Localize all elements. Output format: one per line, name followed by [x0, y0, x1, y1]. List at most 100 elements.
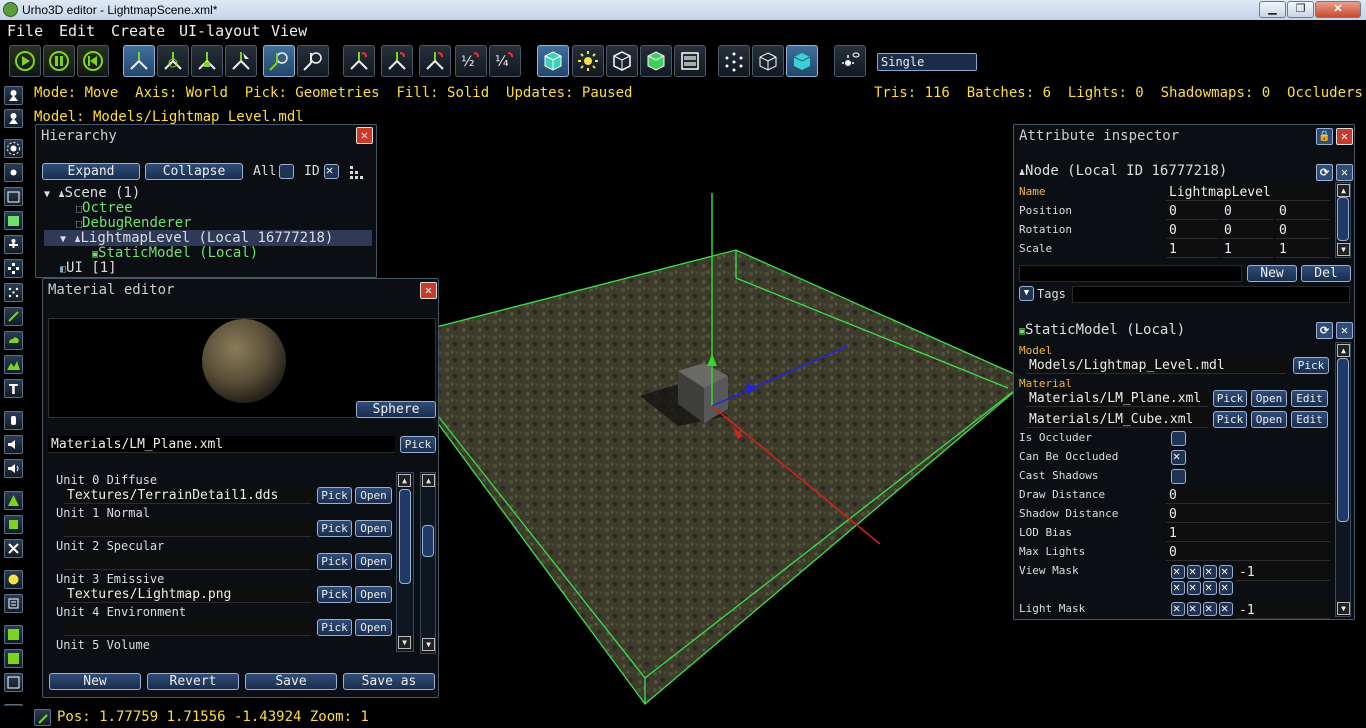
position-z-field[interactable]: 0 [1276, 203, 1330, 220]
material-revert-button[interactable]: Revert [147, 673, 239, 690]
strip-local-node-button[interactable] [4, 109, 23, 128]
strip-light-button[interactable] [4, 139, 23, 158]
restore-scene-button[interactable] [77, 45, 109, 77]
material-0-edit-button[interactable]: Edit [1291, 390, 1328, 407]
material-pick-button[interactable]: Pick [400, 436, 436, 453]
rotate-snap-button[interactable] [381, 45, 413, 77]
material-save-button[interactable]: Save [245, 673, 337, 690]
fill-wireframe-button[interactable] [752, 45, 784, 77]
draw-distance-field[interactable]: 0 [1166, 487, 1330, 504]
is-occluder-checkbox[interactable] [1171, 431, 1186, 446]
strip-script-button[interactable] [4, 570, 23, 589]
pause-button[interactable] [43, 45, 75, 77]
scroll-up-icon[interactable]: ▲ [1337, 184, 1350, 197]
restore-button[interactable]: ❐ [1287, 1, 1314, 18]
strip-collision-shape-button[interactable] [4, 491, 23, 510]
inspector-close-button[interactable]: ✕ [1336, 128, 1353, 145]
tree-item-scene[interactable]: ▼ ♟Scene (1) [44, 185, 140, 201]
material-1-edit-button[interactable]: Edit [1291, 411, 1328, 428]
tree-item-debugrenderer[interactable]: ⬚DebugRenderer [76, 215, 192, 231]
model-pick-button[interactable]: Pick [1293, 357, 1329, 374]
mask-bit-checkbox[interactable] [1203, 564, 1217, 579]
scroll-up-icon[interactable]: ▲ [1337, 344, 1350, 357]
material-new-button[interactable]: New [49, 673, 141, 690]
component-attr-scrollbar[interactable]: ▲ ▼ [1335, 342, 1351, 617]
node-reset-button[interactable]: ⟳ [1316, 164, 1333, 181]
view-mode-select[interactable]: Single [877, 53, 977, 71]
strip-particle-button[interactable] [4, 283, 23, 302]
preview-shape-button[interactable]: Sphere [356, 401, 436, 418]
component-remove-button[interactable]: ✕ [1336, 322, 1353, 339]
scroll-down-icon[interactable]: ▼ [1337, 602, 1350, 615]
scale-snap-button[interactable] [419, 45, 451, 77]
menu-ui-layout[interactable]: UI-layout [179, 22, 260, 40]
tree-item-lightmaplevel[interactable]: ▼ ♟LightmapLevel (Local 16777218) [44, 230, 372, 246]
name-field[interactable]: LightmapLevel [1166, 184, 1330, 201]
mask-bit-checkbox[interactable] [1203, 580, 1217, 595]
strip-sound-source-button[interactable] [4, 435, 23, 454]
material-editor-close-button[interactable]: ✕ [420, 282, 437, 299]
strip-navmesh-button[interactable] [4, 625, 23, 644]
strip-terrain-button[interactable] [4, 355, 23, 374]
node-remove-button[interactable]: ✕ [1336, 164, 1353, 181]
select-mode-button[interactable] [225, 45, 257, 77]
strip-sound-listener-button[interactable] [4, 411, 23, 430]
pick-lights-button[interactable] [572, 45, 604, 77]
pick-ui-elements-button[interactable] [674, 45, 706, 77]
material-1-open-button[interactable]: Open [1251, 411, 1287, 428]
tags-expand-toggle[interactable]: ▼ [1019, 286, 1034, 301]
menu-file[interactable]: File [7, 22, 43, 40]
snap-quarter-button[interactable]: ¼ [489, 45, 521, 77]
all-checkbox[interactable] [279, 164, 294, 179]
model-field[interactable]: Models/Lightmap_Level.mdl [1026, 357, 1286, 374]
scroll-thumb[interactable] [399, 489, 411, 584]
units-inner-scrollbar[interactable]: ▲ ▼ [396, 472, 414, 652]
position-y-field[interactable]: 0 [1221, 203, 1273, 220]
close-window-button[interactable]: ✕ [1315, 1, 1361, 18]
new-tag-button[interactable]: New [1247, 265, 1297, 282]
max-lights-field[interactable]: 0 [1166, 544, 1330, 561]
scale-x-field[interactable]: 1 [1166, 241, 1218, 258]
scroll-thumb[interactable] [422, 525, 434, 557]
scroll-up-icon[interactable]: ▲ [398, 474, 411, 487]
material-path-field[interactable]: Materials/LM_Plane.xml [48, 436, 395, 453]
can-be-occluded-checkbox[interactable] [1171, 449, 1186, 465]
mask-bit-checkbox[interactable] [1219, 580, 1233, 595]
mask-bit-checkbox[interactable] [1187, 601, 1201, 616]
pick-rigidbodies-button[interactable] [640, 45, 672, 77]
material-0-field[interactable]: Materials/LM_Plane.xml [1026, 390, 1208, 407]
tree-item-octree[interactable]: ⬚Octree [76, 200, 133, 216]
inspector-lock-button[interactable]: 🔒 [1316, 128, 1333, 145]
material-1-pick-button[interactable]: Pick [1213, 411, 1247, 428]
camera-settings-button[interactable] [34, 709, 51, 726]
tree-item-staticmodel[interactable]: ▣StaticModel (Local) [92, 245, 258, 261]
material-save-as-button[interactable]: Save as [343, 673, 435, 690]
strip-obstacle-button[interactable] [4, 673, 23, 692]
material-1-field[interactable]: Materials/LM_Cube.xml [1026, 411, 1208, 428]
scroll-thumb[interactable] [1337, 197, 1349, 241]
position-x-field[interactable]: 0 [1166, 203, 1218, 220]
component-reset-button[interactable]: ⟳ [1316, 322, 1333, 339]
rotation-z-field[interactable]: 0 [1276, 222, 1330, 239]
tags-field[interactable] [1072, 286, 1350, 303]
scale-y-field[interactable]: 1 [1221, 241, 1273, 258]
play-button[interactable] [9, 45, 41, 77]
menu-create[interactable]: Create [111, 22, 165, 40]
view-camera-button[interactable] [834, 45, 866, 77]
strip-zone-button[interactable] [4, 187, 23, 206]
fill-solid-button[interactable] [786, 45, 818, 77]
strip-text3d-button[interactable]: T [4, 379, 23, 398]
mask-bit-checkbox[interactable] [1187, 580, 1201, 595]
mask-bit-checkbox[interactable] [1203, 601, 1217, 616]
mask-bit-checkbox[interactable] [1187, 564, 1201, 579]
strip-ribbon-button[interactable] [4, 307, 23, 326]
world-axis-button[interactable] [263, 45, 295, 77]
node-attr-scrollbar[interactable]: ▲ ▼ [1335, 182, 1351, 258]
fill-points-button[interactable] [718, 45, 750, 77]
mask-bit-checkbox[interactable] [1171, 564, 1185, 579]
strip-camera-button[interactable] [4, 163, 23, 182]
lod-bias-field[interactable]: 1 [1166, 525, 1330, 542]
mask-bit-checkbox[interactable] [1171, 580, 1185, 595]
strip-rigidbody-button[interactable] [4, 515, 23, 534]
minimize-button[interactable]: ▁ [1259, 1, 1286, 18]
